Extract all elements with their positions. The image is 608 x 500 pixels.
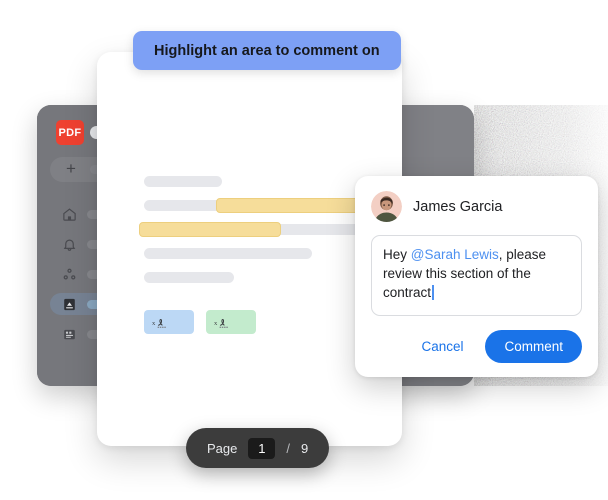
signature-icon: x — [214, 315, 242, 329]
grid-icon — [62, 327, 77, 342]
svg-text:x: x — [214, 320, 218, 327]
highlight-region[interactable] — [139, 222, 281, 237]
bell-icon — [62, 237, 77, 252]
signature-field-1[interactable]: x — [144, 310, 194, 334]
people-icon — [62, 267, 77, 282]
page-total: 9 — [301, 440, 309, 456]
pdf-logo: PDF — [56, 120, 84, 145]
comment-author-name: James Garcia — [413, 198, 503, 215]
screenshot-stage: PDF + x x Highlight an area to comment o… — [0, 0, 608, 500]
text-line — [144, 248, 312, 259]
comment-popup: James Garcia Hey @Sarah Lewis, please re… — [355, 176, 598, 377]
signature-fields: x x — [144, 310, 256, 334]
page-number-input[interactable]: 1 — [248, 437, 276, 459]
page-label: Page — [207, 440, 238, 456]
signature-field-2[interactable]: x — [206, 310, 256, 334]
text-caret — [432, 285, 434, 300]
cancel-button[interactable]: Cancel — [412, 332, 472, 361]
comment-action-row: Cancel Comment — [371, 330, 582, 363]
highlight-region[interactable] — [216, 198, 364, 213]
comment-input[interactable]: Hey @Sarah Lewis, please review this sec… — [371, 235, 582, 316]
document-text-block — [139, 176, 364, 296]
text-line — [139, 222, 364, 237]
comment-text-before: Hey — [383, 247, 411, 262]
page-separator: / — [286, 440, 290, 456]
home-icon — [62, 207, 77, 222]
text-line — [144, 198, 364, 213]
avatar — [371, 191, 402, 222]
text-line — [144, 176, 222, 187]
highlight-tooltip: Highlight an area to comment on — [133, 31, 401, 70]
comment-author-row: James Garcia — [371, 191, 582, 222]
plus-icon: + — [66, 159, 76, 178]
text-line — [144, 272, 234, 283]
page-navigation[interactable]: Page 1 / 9 — [186, 428, 330, 468]
comment-submit-button[interactable]: Comment — [485, 330, 582, 363]
svg-text:x: x — [152, 320, 156, 327]
mention-chip[interactable]: @Sarah Lewis — [411, 247, 499, 262]
signature-icon: x — [152, 315, 180, 329]
document-icon — [62, 297, 77, 312]
